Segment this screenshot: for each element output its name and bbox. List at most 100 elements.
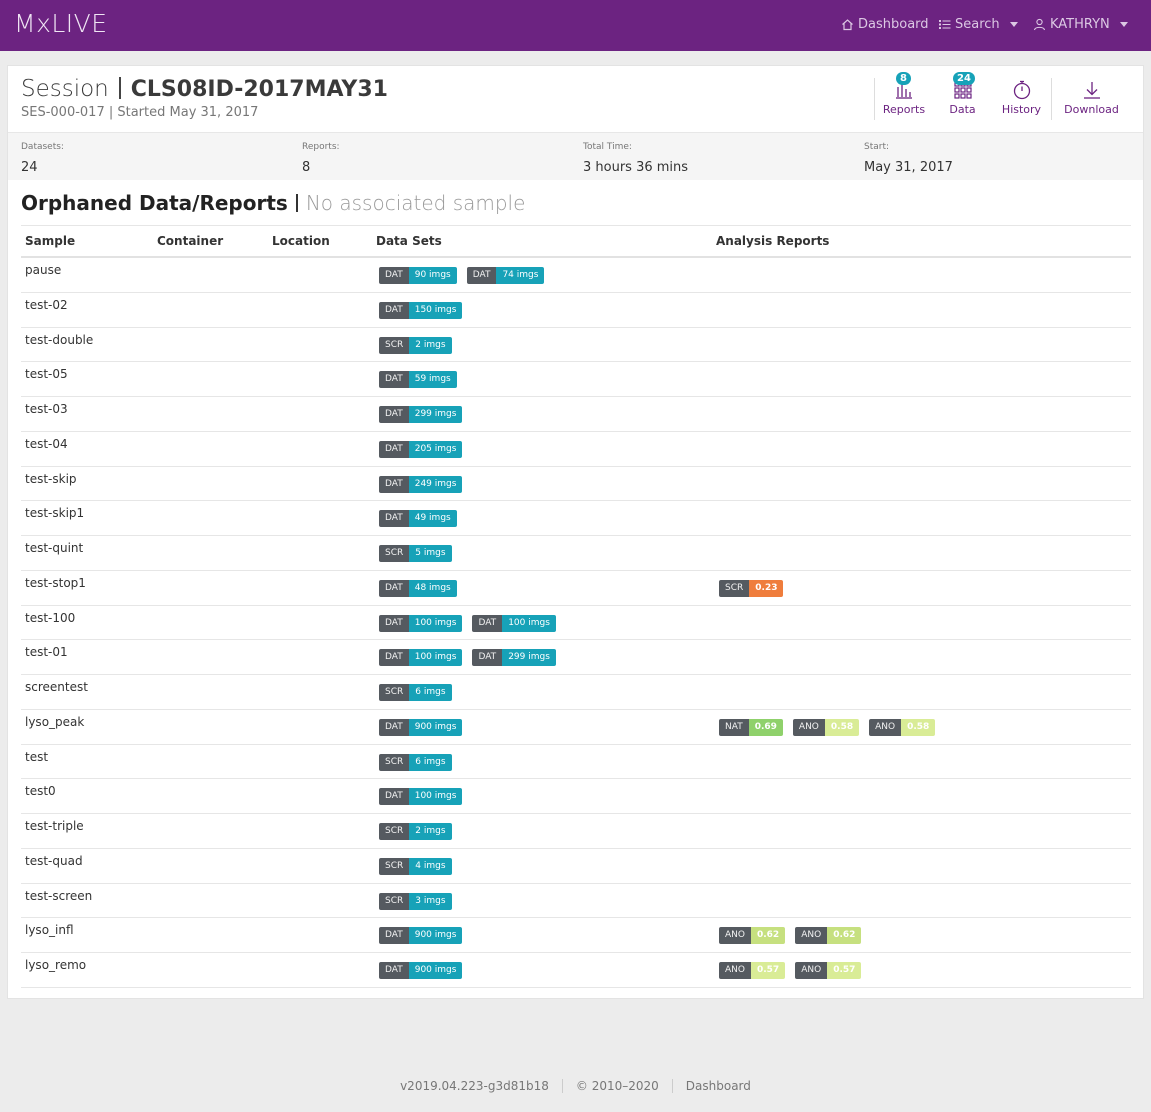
- sample-name[interactable]: test-triple: [25, 819, 84, 833]
- dataset-badge[interactable]: DAT 900 imgs: [379, 962, 463, 979]
- dataset-badge[interactable]: DAT 100 imgs: [379, 649, 463, 667]
- table-row: lyso_peak DAT 900 imgs NAT 0.69 ANO 0.58 ANO 0.5…: [21, 710, 1131, 745]
- report-badge[interactable]: ANO 0.58: [792, 718, 860, 736]
- sample-name[interactable]: test-05: [25, 367, 68, 381]
- datasets-cell: DAT 205 imgs: [379, 440, 463, 458]
- dataset-kind: DAT: [379, 475, 409, 493]
- nav-user-menu[interactable]: KATHRYN: [1033, 17, 1128, 32]
- datasets-cell: DAT 59 imgs: [379, 371, 457, 389]
- report-badge[interactable]: ANO 0.62: [795, 927, 862, 945]
- dataset-badge[interactable]: DAT 100 imgs: [472, 614, 556, 632]
- column-header-sample[interactable]: Sample: [25, 234, 75, 248]
- sample-name[interactable]: test-stop1: [25, 576, 86, 590]
- datasets-cell: DAT 100 imgs DAT 100 imgs: [379, 614, 556, 632]
- sample-name[interactable]: lyso_infl: [25, 923, 74, 937]
- table-row: test-04 DAT 205 imgs: [21, 432, 1131, 467]
- report-badge[interactable]: ANO 0.62: [719, 927, 786, 945]
- nav-search[interactable]: Search: [938, 17, 1018, 32]
- dataset-kind: DAT: [472, 649, 503, 667]
- sample-name[interactable]: test-quad: [25, 854, 83, 868]
- sample-name[interactable]: test-100: [25, 611, 75, 625]
- sample-name[interactable]: test-skip1: [25, 506, 84, 520]
- section-subtitle: No associated sample: [305, 191, 526, 215]
- stat-reports: Reports: 8: [302, 142, 340, 175]
- dataset-badge[interactable]: DAT 299 imgs: [472, 649, 556, 667]
- dataset-kind: DAT: [379, 579, 409, 597]
- footer-copyright: © 2010–2020: [561, 1079, 672, 1093]
- dataset-badge[interactable]: SCR 4 imgs: [379, 857, 452, 875]
- column-header-reports[interactable]: Analysis Reports: [716, 234, 829, 248]
- report-badge[interactable]: SCR 0.23: [719, 579, 784, 597]
- sample-name[interactable]: test-double: [25, 333, 93, 347]
- dataset-count: 6 imgs: [409, 753, 452, 771]
- sample-name[interactable]: test-quint: [25, 541, 83, 555]
- report-badge[interactable]: ANO 0.57: [719, 962, 786, 979]
- download-icon: [1052, 80, 1131, 100]
- reports-count-badge: 8: [896, 72, 911, 85]
- dataset-badge[interactable]: DAT 74 imgs: [466, 267, 545, 284]
- datasets-cell: DAT 90 imgs DAT 74 imgs: [379, 267, 545, 284]
- dataset-badge[interactable]: DAT 100 imgs: [379, 788, 463, 806]
- table-row: pause DAT 90 imgs DAT 74 imgs: [21, 258, 1131, 293]
- datasets-cell: SCR 5 imgs: [379, 545, 452, 562]
- history-button[interactable]: History: [992, 78, 1051, 120]
- dataset-badge[interactable]: DAT 900 imgs: [379, 718, 463, 736]
- dataset-badge[interactable]: DAT 900 imgs: [379, 927, 463, 945]
- dataset-badge[interactable]: DAT 90 imgs: [379, 267, 457, 284]
- section-heading: Orphaned Data/Reports: [21, 191, 288, 215]
- datasets-cell: SCR 2 imgs: [379, 823, 452, 840]
- dataset-badge[interactable]: DAT 299 imgs: [379, 406, 463, 423]
- sample-name[interactable]: test-screen: [25, 889, 92, 903]
- sample-name[interactable]: test-02: [25, 298, 68, 312]
- column-header-location[interactable]: Location: [272, 234, 330, 248]
- report-kind: SCR: [719, 579, 750, 597]
- dataset-badge[interactable]: DAT 150 imgs: [379, 301, 463, 319]
- sample-name[interactable]: test-04: [25, 437, 68, 451]
- dataset-kind: SCR: [379, 336, 410, 354]
- sample-name[interactable]: test0: [25, 784, 56, 798]
- table-row: test-skip1 DAT 49 imgs: [21, 501, 1131, 536]
- dataset-badge[interactable]: DAT 59 imgs: [379, 371, 457, 389]
- download-button[interactable]: Download: [1051, 78, 1131, 120]
- sample-name[interactable]: test-skip: [25, 472, 77, 486]
- sample-name[interactable]: test-01: [25, 645, 68, 659]
- column-header-container[interactable]: Container: [157, 234, 223, 248]
- sample-name[interactable]: lyso_peak: [25, 715, 84, 729]
- footer-dashboard-link[interactable]: Dashboard: [671, 1079, 764, 1093]
- data-button[interactable]: 24 Data: [933, 72, 992, 120]
- dataset-kind: DAT: [379, 267, 409, 284]
- footer-version: v2019.04.223-g3d81b18: [400, 1079, 549, 1093]
- dataset-badge[interactable]: SCR 3 imgs: [379, 892, 452, 910]
- dataset-kind: DAT: [466, 267, 497, 284]
- sample-name[interactable]: test-03: [25, 402, 68, 416]
- dataset-badge[interactable]: SCR 2 imgs: [379, 823, 452, 840]
- table-row: test-quad SCR 4 imgs: [21, 849, 1131, 884]
- datasets-cell: SCR 3 imgs: [379, 892, 452, 910]
- brand-logo[interactable]: MxLIVE: [14, 9, 108, 38]
- sample-name[interactable]: pause: [25, 263, 61, 277]
- report-badge[interactable]: ANO 0.58: [869, 718, 936, 736]
- nav-dashboard[interactable]: Dashboard: [841, 17, 929, 32]
- sample-name[interactable]: lyso_remo: [25, 958, 86, 972]
- dataset-badge[interactable]: DAT 100 imgs: [379, 614, 463, 632]
- sample-name[interactable]: test: [25, 750, 48, 764]
- dataset-badge[interactable]: DAT 49 imgs: [379, 510, 457, 528]
- dataset-badge[interactable]: DAT 48 imgs: [379, 579, 457, 597]
- dataset-badge[interactable]: SCR 6 imgs: [379, 684, 452, 701]
- dataset-badge[interactable]: DAT 249 imgs: [379, 475, 463, 493]
- dataset-badge[interactable]: SCR 6 imgs: [379, 753, 452, 771]
- report-badge[interactable]: ANO 0.57: [795, 962, 862, 979]
- dataset-count: 150 imgs: [408, 301, 463, 319]
- sample-name[interactable]: screentest: [25, 680, 88, 694]
- dataset-badge[interactable]: SCR 5 imgs: [379, 545, 452, 562]
- report-badge[interactable]: NAT 0.69: [719, 718, 783, 736]
- dataset-badge[interactable]: SCR 2 imgs: [379, 336, 452, 354]
- footer: v2019.04.223-g3d81b18 © 2010–2020 Dashboar…: [0, 1079, 1151, 1093]
- dataset-badge[interactable]: DAT 205 imgs: [379, 440, 463, 458]
- datasets-cell: SCR 4 imgs: [379, 857, 452, 875]
- table-row: lyso_infl DAT 900 imgs ANO 0.62 ANO 0.62: [21, 918, 1131, 953]
- reports-button[interactable]: 8 Reports: [874, 72, 933, 120]
- dataset-count: 49 imgs: [408, 510, 457, 528]
- column-header-datasets[interactable]: Data Sets: [376, 234, 442, 248]
- data-count-badge: 24: [953, 72, 975, 85]
